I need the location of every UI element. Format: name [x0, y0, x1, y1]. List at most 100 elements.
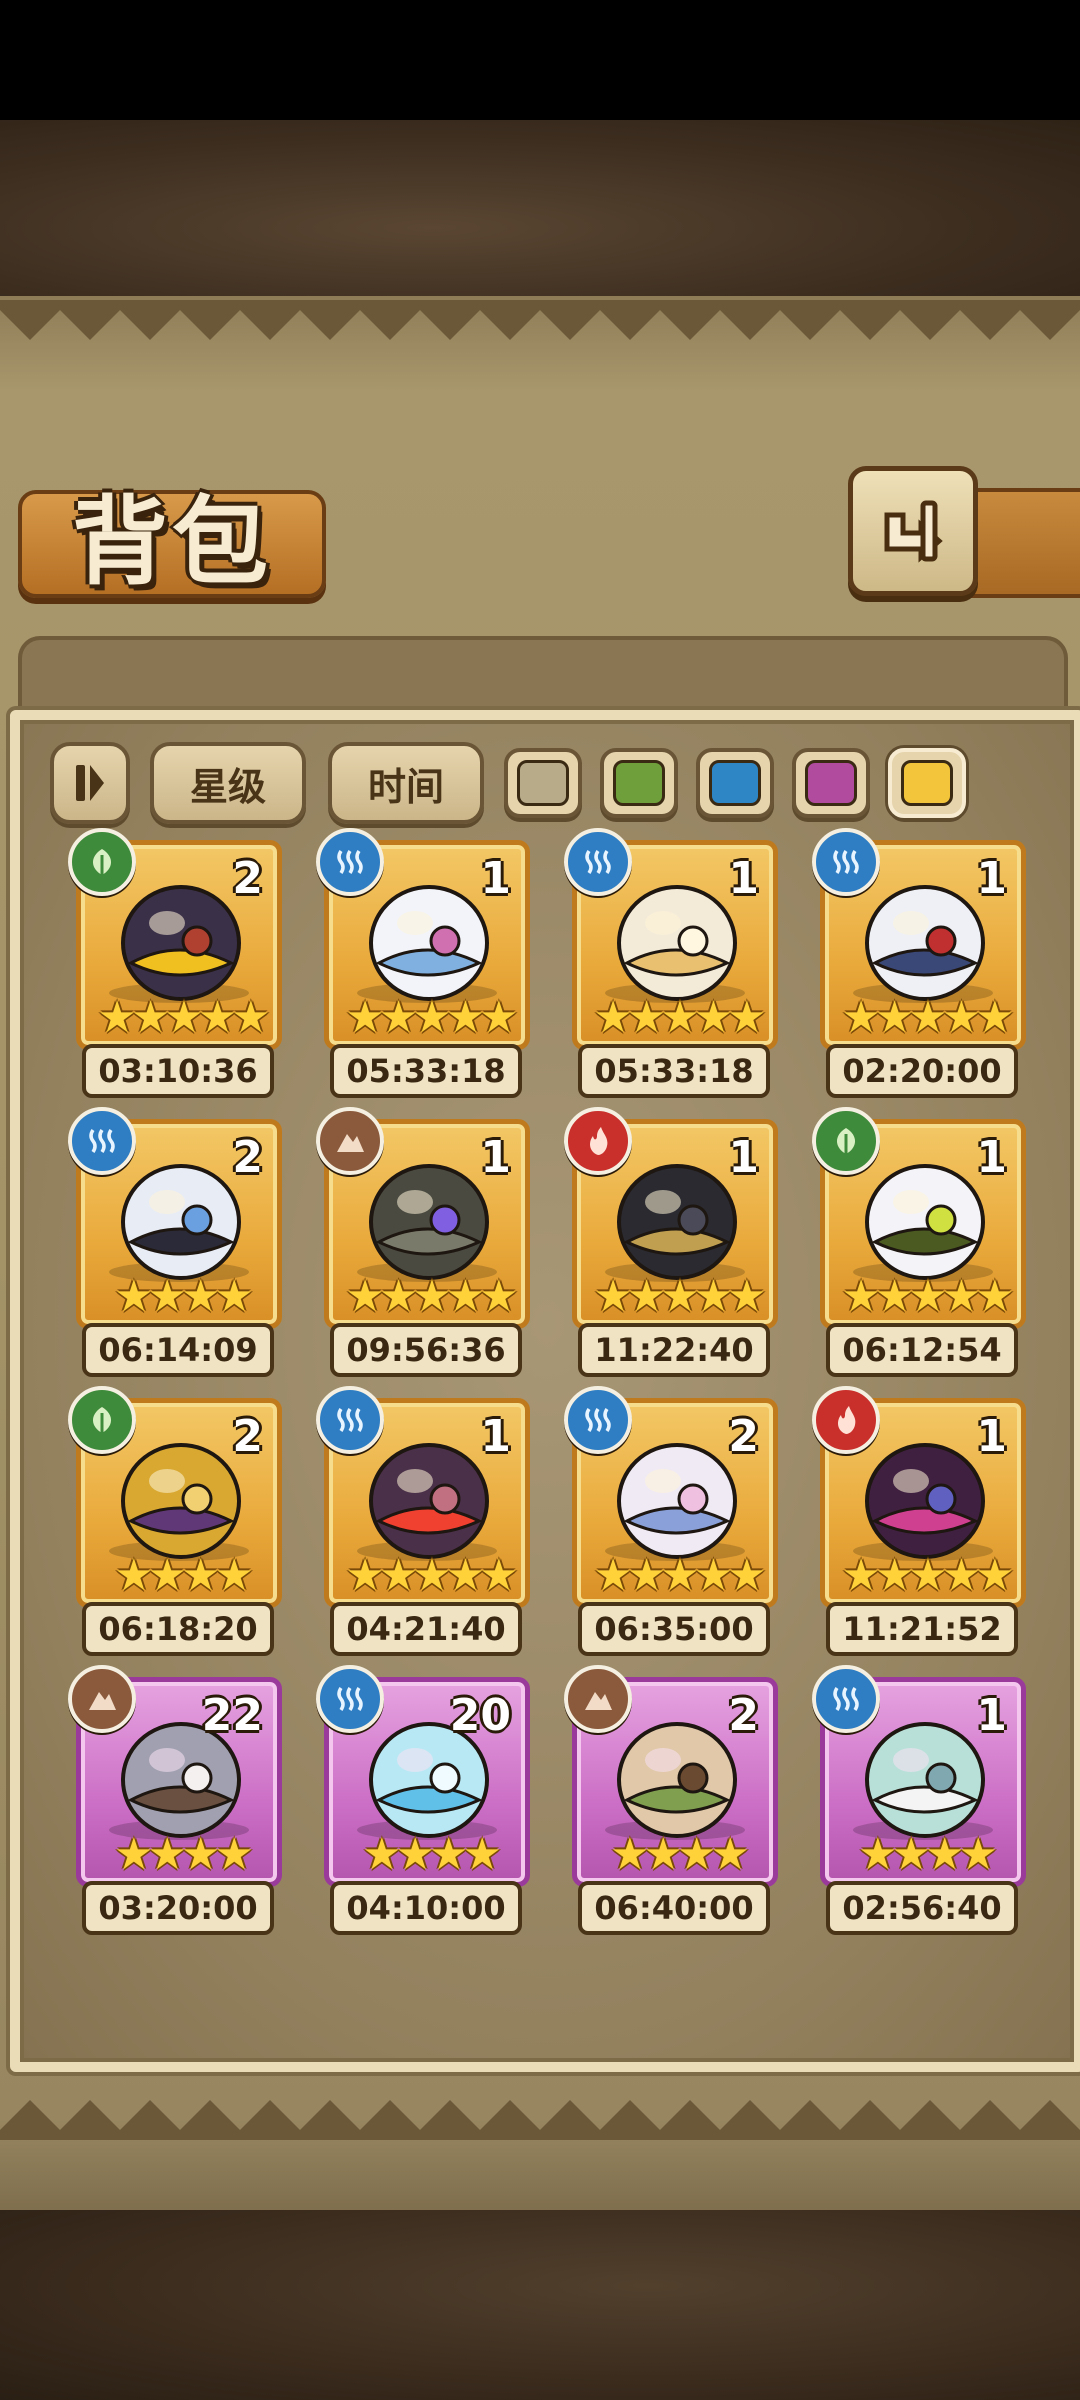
star-rating: ★★★★★: [841, 1271, 1014, 1322]
star-rating: ★★★★: [858, 1829, 998, 1880]
color-filter-yellow[interactable]: [888, 748, 966, 818]
hatch-timer: 03:20:00: [82, 1881, 274, 1935]
earth-element-icon: [564, 1665, 632, 1733]
star-rating: ★★★★★: [593, 1271, 766, 1322]
inventory-item[interactable]: 1 ★★★★★ 11:21:52: [812, 1386, 1026, 1656]
nature-element-icon: [68, 1386, 136, 1454]
star-rating: ★★★★: [114, 1271, 254, 1322]
water-element-icon: [68, 1107, 136, 1175]
map-background-top: [0, 120, 1080, 300]
item-quantity: 1: [480, 853, 511, 904]
sort-toggle-button[interactable]: [50, 742, 130, 824]
earth-element-icon: [68, 1665, 136, 1733]
chip-fill: [517, 760, 569, 806]
hatch-timer: 11:21:52: [826, 1602, 1018, 1656]
hatch-timer: 06:40:00: [578, 1881, 770, 1935]
water-element-icon: [316, 1665, 384, 1733]
item-quantity: 1: [976, 1132, 1007, 1183]
star-rating: ★★★★: [362, 1829, 502, 1880]
item-quantity: 1: [976, 853, 1007, 904]
inventory-item[interactable]: 20 ★★★★ 04:10:00: [316, 1665, 530, 1935]
inventory-item[interactable]: 1 ★★★★★ 05:33:18: [316, 828, 530, 1098]
inventory-item[interactable]: 1 ★★★★★ 04:21:40: [316, 1386, 530, 1656]
water-element-icon: [564, 828, 632, 896]
color-filter-purple[interactable]: [792, 748, 870, 818]
inventory-item[interactable]: 2 ★★★★★ 06:35:00: [564, 1386, 778, 1656]
zigzag-border-top: [0, 300, 1080, 340]
inventory-item[interactable]: 1 ★★★★★ 05:33:18: [564, 828, 778, 1098]
star-rating: ★★★★★: [593, 1550, 766, 1601]
inventory-item[interactable]: 1 ★★★★★ 06:12:54: [812, 1107, 1026, 1377]
hatch-timer: 09:56:36: [330, 1323, 522, 1377]
item-quantity: 1: [728, 853, 759, 904]
nature-element-icon: [68, 828, 136, 896]
filter-bar: 星级 时间: [50, 742, 1050, 824]
inventory-item[interactable]: 2 ★★★★ 06:14:09: [68, 1107, 282, 1377]
item-quantity: 2: [232, 1132, 263, 1183]
inventory-item[interactable]: 22 ★★★★ 03:20:00: [68, 1665, 282, 1935]
item-quantity: 1: [480, 1411, 511, 1462]
item-quantity: 2: [232, 1411, 263, 1462]
pause-bars-icon: [76, 765, 104, 801]
water-element-icon: [564, 1386, 632, 1454]
water-element-icon: [812, 1665, 880, 1733]
map-background-bottom: [0, 2210, 1080, 2400]
inventory-item[interactable]: 2 ★★★★ 06:40:00: [564, 1665, 778, 1935]
sort-by-star-button[interactable]: 星级: [150, 742, 306, 824]
return-arrow-icon: [884, 500, 943, 563]
color-filter-green[interactable]: [600, 748, 678, 818]
item-quantity: 2: [728, 1690, 759, 1741]
star-rating: ★★★★★: [593, 992, 766, 1043]
back-button[interactable]: [848, 466, 978, 596]
inventory-item[interactable]: 1 ★★★★ 02:56:40: [812, 1665, 1026, 1935]
color-filter-gray[interactable]: [504, 748, 582, 818]
water-element-icon: [316, 1386, 384, 1454]
item-quantity: 1: [480, 1132, 511, 1183]
hatch-timer: 04:21:40: [330, 1602, 522, 1656]
item-quantity: 1: [976, 1690, 1007, 1741]
item-quantity: 2: [232, 853, 263, 904]
star-rating: ★★★★: [114, 1829, 254, 1880]
fire-element-icon: [564, 1107, 632, 1175]
zigzag-border-bottom: [0, 2100, 1080, 2140]
hatch-timer: 06:14:09: [82, 1323, 274, 1377]
fire-element-icon: [812, 1386, 880, 1454]
hatch-timer: 02:56:40: [826, 1881, 1018, 1935]
hatch-timer: 03:10:36: [82, 1044, 274, 1098]
hatch-timer: 06:18:20: [82, 1602, 274, 1656]
star-rating: ★★★★★: [97, 992, 270, 1043]
water-element-icon: [316, 828, 384, 896]
chip-fill: [709, 760, 761, 806]
water-element-icon: [812, 828, 880, 896]
nature-element-icon: [812, 1107, 880, 1175]
hatch-timer: 02:20:00: [826, 1044, 1018, 1098]
star-rating: ★★★★: [610, 1829, 750, 1880]
hatch-timer: 06:35:00: [578, 1602, 770, 1656]
hatch-timer: 05:33:18: [330, 1044, 522, 1098]
inventory-item[interactable]: 2 ★★★★★ 03:10:36: [68, 828, 282, 1098]
sort-by-time-button[interactable]: 时间: [328, 742, 484, 824]
star-rating: ★★★★★: [345, 1271, 518, 1322]
status-bar: [0, 0, 1080, 120]
star-rating: ★★★★★: [345, 992, 518, 1043]
item-quantity: 1: [976, 1411, 1007, 1462]
chip-fill: [613, 760, 665, 806]
color-filter-blue[interactable]: [696, 748, 774, 818]
hatch-timer: 05:33:18: [578, 1044, 770, 1098]
hatch-timer: 06:12:54: [826, 1323, 1018, 1377]
title-plaque: 背包: [18, 485, 326, 598]
chip-fill: [805, 760, 857, 806]
item-quantity: 1: [728, 1132, 759, 1183]
star-rating: ★★★★★: [841, 992, 1014, 1043]
inventory-item[interactable]: 1 ★★★★★ 11:22:40: [564, 1107, 778, 1377]
inventory-item[interactable]: 1 ★★★★★ 09:56:36: [316, 1107, 530, 1377]
panel-header: [18, 636, 1068, 720]
inventory-item[interactable]: 1 ★★★★★ 02:20:00: [812, 828, 1026, 1098]
inventory-item[interactable]: 2 ★★★★ 06:18:20: [68, 1386, 282, 1656]
hatch-timer: 11:22:40: [578, 1323, 770, 1377]
earth-element-icon: [316, 1107, 384, 1175]
chip-fill: [901, 760, 953, 806]
hatch-timer: 04:10:00: [330, 1881, 522, 1935]
star-rating: ★★★★★: [841, 1550, 1014, 1601]
item-quantity: 2: [728, 1411, 759, 1462]
